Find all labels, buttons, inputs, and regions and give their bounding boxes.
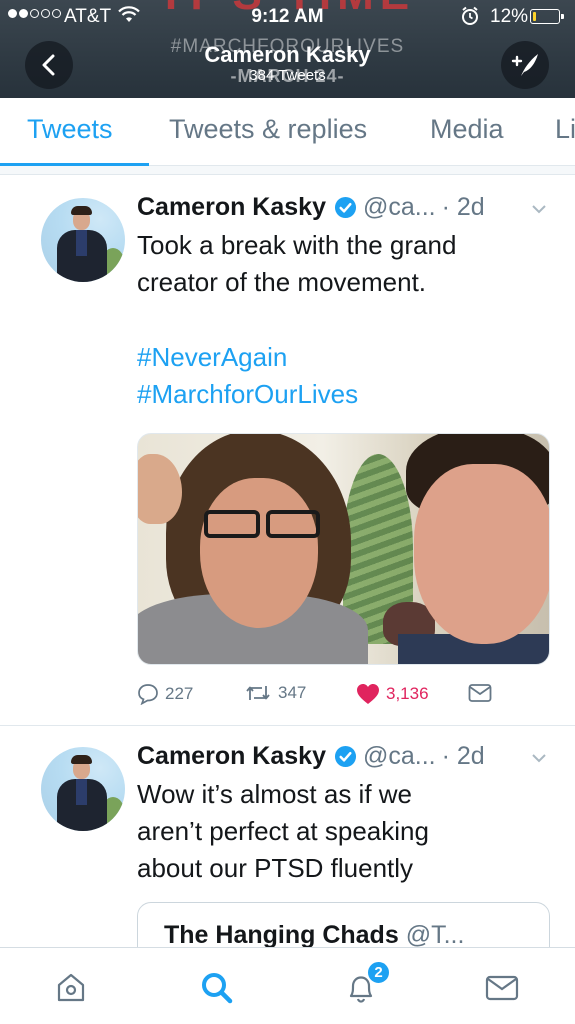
verified-badge-icon bbox=[334, 196, 357, 218]
tweet-header: Cameron Kasky @ca... · 2d bbox=[137, 739, 485, 773]
status-bar: AT&T 9:12 AM 12% bbox=[0, 0, 575, 34]
tab-media[interactable]: Media bbox=[430, 114, 504, 145]
bottom-navigation: 2 bbox=[0, 947, 575, 1024]
tweet-text: Took a break with the grand creator of t… bbox=[137, 227, 557, 301]
battery-percent: 12% bbox=[490, 6, 529, 27]
home-icon bbox=[57, 973, 85, 1002]
tweet-author[interactable]: Cameron Kasky bbox=[137, 193, 326, 222]
tweet-author[interactable]: Cameron Kasky bbox=[137, 742, 326, 771]
timeline-separator bbox=[0, 166, 575, 175]
reply-count: 227 bbox=[165, 684, 194, 703]
chevron-down-icon[interactable] bbox=[531, 753, 547, 763]
tweet-text-line: about our PTSD fluently bbox=[137, 853, 414, 883]
quoted-tweet-name: The Hanging Chads bbox=[164, 921, 399, 949]
tab-tweets-and-replies[interactable]: Tweets & replies bbox=[169, 114, 367, 145]
retweet-icon bbox=[246, 686, 270, 700]
avatar[interactable] bbox=[41, 198, 125, 282]
tweet-text-line: Took a break with the grand bbox=[137, 230, 457, 260]
profile-tabs: Tweets Tweets & replies Media Li bbox=[0, 98, 575, 166]
chevron-down-icon[interactable] bbox=[531, 204, 547, 214]
tweet-divider bbox=[0, 725, 575, 726]
tweet-time: · 2d bbox=[441, 192, 485, 221]
tweet-handle: @ca... bbox=[362, 192, 436, 221]
tweet-text: Wow it’s almost as if we aren’t perfect … bbox=[137, 776, 557, 887]
status-time: 9:12 AM bbox=[251, 6, 324, 27]
notification-badge: 2 bbox=[366, 960, 391, 985]
hashtag-link[interactable]: #MarchforOurLives bbox=[137, 379, 358, 410]
tweet-handle: @ca... bbox=[362, 741, 436, 770]
retweet-count: 347 bbox=[278, 683, 307, 702]
direct-message-button[interactable] bbox=[468, 683, 492, 703]
compose-tweet-button[interactable] bbox=[501, 41, 549, 89]
search-icon bbox=[202, 973, 233, 1004]
retweet-button[interactable]: 347 bbox=[244, 683, 306, 703]
tweet-actions: 227 347 3,136 bbox=[137, 683, 557, 711]
messages-icon bbox=[485, 975, 519, 1001]
tweet-photo[interactable] bbox=[137, 433, 550, 665]
hashtag-link[interactable]: #NeverAgain bbox=[137, 342, 287, 373]
like-count: 3,136 bbox=[386, 684, 429, 703]
tab-tweets[interactable]: Tweets bbox=[27, 114, 113, 145]
avatar[interactable] bbox=[41, 747, 125, 831]
nav-search[interactable] bbox=[197, 968, 237, 1008]
tweet-text-line: creator of the movement. bbox=[137, 267, 427, 297]
battery-icon bbox=[530, 9, 564, 24]
tweet-header: Cameron Kasky @ca... · 2d bbox=[137, 190, 485, 224]
quoted-tweet-handle: @T... bbox=[405, 921, 465, 949]
reply-icon bbox=[138, 684, 158, 705]
tweet-text-line: Wow it’s almost as if we bbox=[137, 779, 413, 809]
heart-icon bbox=[357, 684, 379, 704]
quoted-tweet-author: The Hanging Chads @T... bbox=[164, 921, 464, 950]
tweet-time: · 2d bbox=[441, 741, 485, 770]
profile-header: IT'S TIME #MARCHFOROURLIVES -MARCH 24- A… bbox=[0, 0, 575, 98]
envelope-icon bbox=[468, 684, 492, 702]
alarm-icon bbox=[460, 6, 480, 32]
profile-name: Cameron Kasky bbox=[204, 42, 371, 67]
nav-messages[interactable] bbox=[482, 968, 522, 1008]
nav-home[interactable] bbox=[51, 968, 91, 1008]
verified-badge-icon bbox=[334, 745, 357, 767]
reply-button[interactable]: 227 bbox=[137, 683, 193, 705]
tab-likes[interactable]: Li bbox=[555, 114, 575, 145]
like-button[interactable]: 3,136 bbox=[356, 683, 429, 705]
tweet-count: 384 Tweets bbox=[249, 67, 326, 84]
compose-tweet-icon bbox=[511, 54, 538, 76]
tweet-text-line: aren’t perfect at speaking bbox=[137, 816, 429, 846]
